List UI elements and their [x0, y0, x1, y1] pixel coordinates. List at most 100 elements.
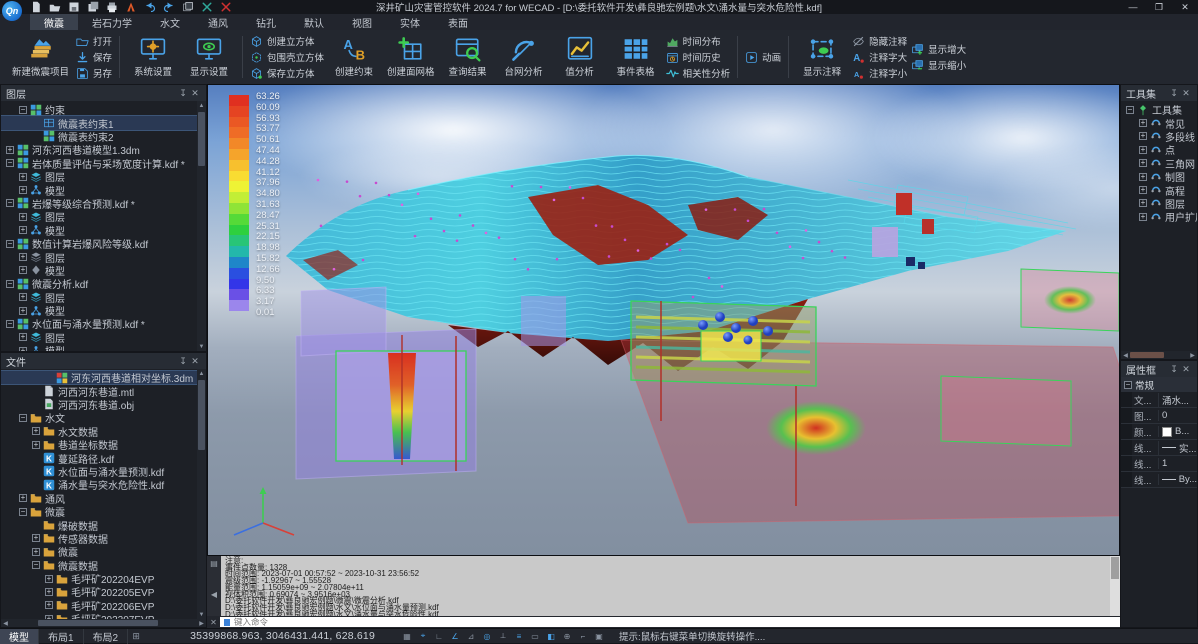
menu-tab-9[interactable]: 表面	[434, 14, 482, 30]
display-settings-button[interactable]: 显示设置	[183, 36, 235, 78]
save-small-button[interactable]: 保存	[76, 50, 112, 65]
print-icon[interactable]	[106, 1, 118, 13]
expand-toggle[interactable]: −	[6, 159, 14, 167]
toolset-tree-item[interactable]: +用户扩展	[1121, 210, 1197, 223]
layer-tree-item[interactable]: −水位面与涌水量预测.kdf *	[1, 317, 206, 330]
expand-toggle[interactable]: +	[45, 575, 53, 583]
expand-toggle[interactable]: +	[32, 427, 40, 435]
layer-tree-item[interactable]: +图层	[1, 170, 206, 183]
save-as-button[interactable]: 另存	[76, 66, 112, 81]
layer-tree-item[interactable]: −岩爆等级综合预测.kdf *	[1, 197, 206, 210]
gizmo-toggle[interactable]: ◧	[545, 631, 557, 642]
property-row[interactable]: 文...涌水...	[1121, 392, 1197, 408]
bounding-cube-button[interactable]: 包围壳立方体	[250, 50, 324, 65]
expand-toggle[interactable]: +	[19, 494, 27, 502]
lineweight-toggle[interactable]: ⟂	[497, 631, 509, 642]
toolset-tree-item[interactable]: +常见	[1121, 116, 1197, 129]
pin-icon[interactable]: ↧	[1168, 87, 1180, 99]
close-icon[interactable]: ✕	[1180, 87, 1192, 99]
layer-tree-item[interactable]: −岩体质量评估与采场宽度计算.kdf *	[1, 157, 206, 170]
minimize-button[interactable]: —	[1120, 1, 1146, 14]
layer-tree-item[interactable]: +模型	[1, 183, 206, 196]
expand-toggle[interactable]: +	[32, 548, 40, 556]
create-cube-button[interactable]: 创建立方体	[250, 34, 324, 49]
properties-section-header[interactable]: − 常规	[1121, 377, 1197, 392]
toolset-tree-item[interactable]: +点	[1121, 143, 1197, 156]
property-row[interactable]: 图...0	[1121, 408, 1197, 424]
expand-toggle[interactable]: +	[19, 307, 27, 315]
property-row[interactable]: 线...1	[1121, 456, 1197, 472]
value-analysis-button[interactable]: 值分析	[554, 36, 606, 78]
file-tree-item[interactable]: 河西河东巷道.obj	[1, 398, 206, 411]
menu-tab-5[interactable]: 钻孔	[242, 14, 290, 30]
system-settings-button[interactable]: 系统设置	[127, 36, 179, 78]
layer-tree-item[interactable]: +河东河西巷道模型1.3dm	[1, 143, 206, 156]
snap-toggle[interactable]: ⌖	[417, 631, 429, 642]
file-tree-item[interactable]: +毛坪矿202205EVP	[1, 585, 206, 598]
expand-toggle[interactable]: −	[32, 561, 40, 569]
transparency-toggle[interactable]: ≡	[513, 631, 525, 642]
property-row[interactable]: 线...By...	[1121, 472, 1197, 488]
open-small-button[interactable]: 打开	[76, 34, 112, 49]
file-tree-item[interactable]: 河东河西巷道相对坐标.3dm	[1, 371, 206, 384]
expand-toggle[interactable]: −	[19, 414, 27, 422]
expand-toggle[interactable]: +	[45, 601, 53, 609]
layer-tree-item[interactable]: +图层	[1, 331, 206, 344]
expand-toggle[interactable]: +	[1139, 186, 1147, 194]
menu-tab-8[interactable]: 实体	[386, 14, 434, 30]
layer-tree-item[interactable]: +图层	[1, 210, 206, 223]
expand-toggle[interactable]: +	[19, 226, 27, 234]
expand-toggle[interactable]: −	[19, 508, 27, 516]
layer-tree-item[interactable]: +图层	[1, 250, 206, 263]
expand-toggle[interactable]: +	[19, 253, 27, 261]
expand-toggle[interactable]: +	[1139, 132, 1147, 140]
expand-toggle[interactable]: +	[19, 293, 27, 301]
file-tree-item[interactable]: K水位面与涌水量预测.kdf	[1, 465, 206, 478]
expand-toggle[interactable]: −	[6, 280, 14, 288]
new-file-icon[interactable]	[30, 1, 42, 13]
file-tree-item[interactable]: K蔓延路径.kdf	[1, 451, 206, 464]
toolset-hscrollbar[interactable]: ◀ ▶	[1121, 351, 1197, 359]
display-enlarge-button[interactable]: 显示增大	[911, 42, 966, 57]
window-copy-icon[interactable]	[182, 1, 194, 13]
close-teal-icon[interactable]	[201, 1, 213, 13]
expand-toggle[interactable]: +	[1139, 146, 1147, 154]
toolset-tree-item[interactable]: +制图	[1121, 170, 1197, 183]
layer-tree-item[interactable]: 微震表约束1	[1, 116, 206, 129]
file-tree-item[interactable]: +毛坪矿202207EVP	[1, 612, 206, 619]
command-input[interactable]: 键入命令	[220, 617, 1120, 627]
menu-tab-3[interactable]: 水文	[146, 14, 194, 30]
create-constraint-button[interactable]: AB创建约束	[328, 36, 380, 78]
new-project-button[interactable]: 新建微震项目	[9, 36, 72, 78]
file-tree-item[interactable]: +巷道坐标数据	[1, 438, 206, 451]
expand-toggle[interactable]: +	[1139, 119, 1147, 127]
display-shrink-button[interactable]: 显示缩小	[911, 58, 966, 73]
undo-icon[interactable]	[144, 1, 156, 13]
expand-toggle[interactable]: +	[1139, 213, 1147, 221]
save-all-icon[interactable]	[87, 1, 99, 13]
layers-scrollbar[interactable]: ▲ ▼	[197, 101, 206, 351]
menu-tab-6[interactable]: 默认	[290, 14, 338, 30]
pin-icon[interactable]: ↧	[1168, 363, 1180, 375]
correlation-button[interactable]: 相关性分析	[666, 66, 731, 81]
layer-tree-item[interactable]: +模型	[1, 224, 206, 237]
expand-toggle[interactable]: +	[1139, 159, 1147, 167]
close-icon[interactable]: ✕	[189, 355, 201, 367]
menu-tab-1[interactable]: 微震	[30, 14, 78, 30]
layout-tab-1[interactable]: 模型	[0, 629, 39, 644]
menu-tab-2[interactable]: 岩石力学	[78, 14, 146, 30]
expand-toggle[interactable]: +	[19, 173, 27, 181]
menu-tab-7[interactable]: 视图	[338, 14, 386, 30]
property-row[interactable]: 线...实...	[1121, 440, 1197, 456]
3d-viewport[interactable]: 63.2660.0956.9353.7750.6147.4444.2841.12…	[207, 84, 1120, 556]
expand-toggle[interactable]: +	[19, 186, 27, 194]
pin-icon[interactable]: ↧	[177, 355, 189, 367]
selection-toggle[interactable]: ▭	[529, 631, 541, 642]
toolset-tree-item[interactable]: +多段线	[1121, 130, 1197, 143]
console-log[interactable]: 注意: 事件点数量: 1328 时间范围: 2023-07-01 00:57:5…	[221, 556, 1110, 616]
expand-toggle[interactable]: +	[19, 333, 27, 341]
network-analysis-button[interactable]: 台网分析	[498, 36, 550, 78]
file-tree-item[interactable]: K涌水量与突水危险性.kdf	[1, 478, 206, 491]
command-close-icon[interactable]: ✕	[207, 618, 220, 627]
console-collapse-icon[interactable]: ◀	[211, 590, 217, 599]
